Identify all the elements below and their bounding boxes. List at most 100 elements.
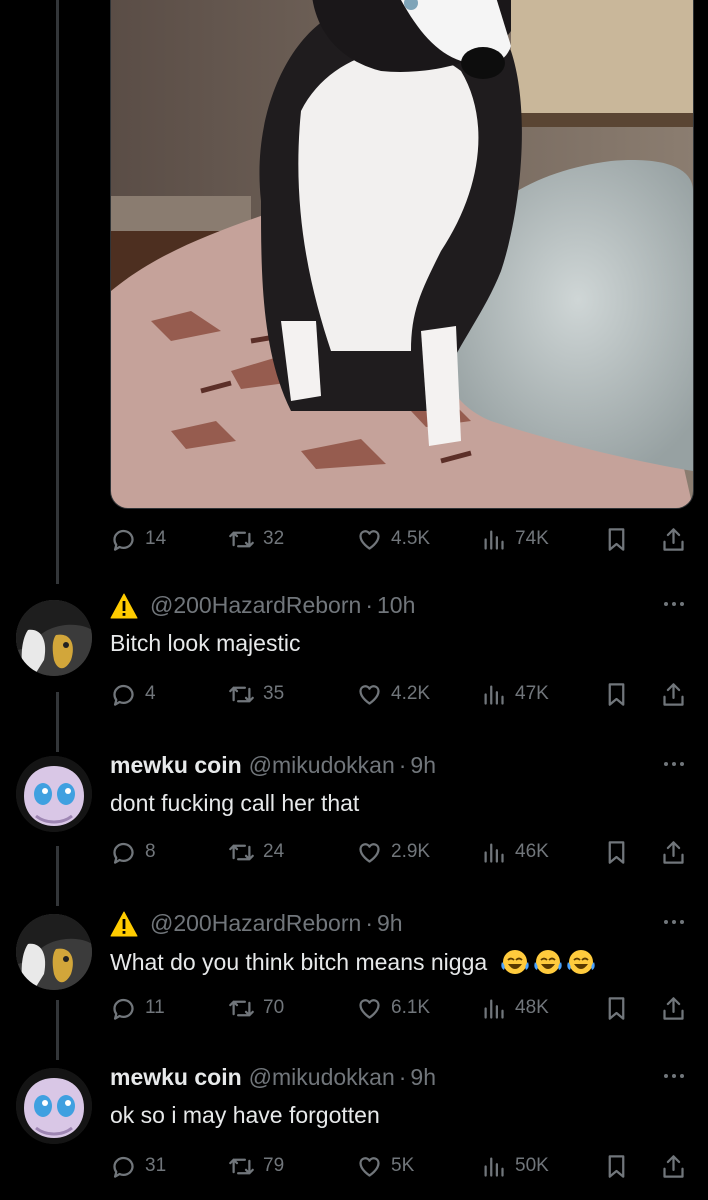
heart-icon <box>359 842 380 863</box>
bookmark-icon <box>608 840 625 864</box>
reply-icon <box>113 1156 134 1178</box>
views-button[interactable]: 48K <box>480 988 549 1028</box>
reply-button[interactable]: 31 <box>110 1146 166 1186</box>
bookmark-button[interactable] <box>603 988 630 1028</box>
like-count: 2.9K <box>391 841 431 862</box>
user-handle[interactable]: @mikudokkan <box>249 752 395 779</box>
tweet-text: dont fucking call her that <box>110 790 360 816</box>
reply-button[interactable]: 11 <box>110 988 165 1028</box>
repost-button[interactable]: 32 <box>228 519 284 559</box>
heart-icon <box>359 998 380 1019</box>
repost-button[interactable]: 24 <box>228 832 284 872</box>
tears-of-joy-emoji <box>501 950 529 974</box>
like-button[interactable]: 6.1K <box>356 988 430 1028</box>
timestamp[interactable]: 9h <box>377 910 403 937</box>
avatar[interactable] <box>16 914 92 990</box>
reply-count: 31 <box>145 1155 167 1176</box>
more-options-icon[interactable] <box>664 920 684 924</box>
user-handle[interactable]: @200HazardReborn <box>150 592 361 619</box>
bookmark-button[interactable] <box>603 1146 630 1186</box>
analytics-icon <box>484 685 504 705</box>
views-button[interactable]: 50K <box>480 1146 549 1186</box>
like-count: 4.5K <box>391 528 431 549</box>
user-handle[interactable]: @mikudokkan <box>249 1064 395 1091</box>
timestamp[interactable]: 10h <box>377 592 415 619</box>
timestamp[interactable]: 9h <box>410 1064 436 1091</box>
repost-icon <box>229 531 254 547</box>
share-button[interactable] <box>660 674 687 714</box>
reply-button[interactable]: 14 <box>110 519 166 559</box>
avatar[interactable] <box>16 1068 92 1144</box>
view-count: 50K <box>515 1155 549 1176</box>
more-options-icon[interactable] <box>664 1074 684 1078</box>
reply-icon <box>113 684 134 706</box>
tweet-header: @200HazardReborn · 9h <box>110 910 403 937</box>
repost-icon <box>229 844 254 860</box>
bookmark-button[interactable] <box>603 832 630 872</box>
share-button[interactable] <box>660 519 687 559</box>
views-button[interactable]: 47K <box>480 674 549 714</box>
tweet-header: mewku coin @mikudokkan · 9h <box>110 752 436 779</box>
separator-dot: · <box>365 592 373 618</box>
repost-icon <box>229 686 254 702</box>
heart-icon <box>359 529 380 550</box>
repost-count: 32 <box>263 528 285 549</box>
timestamp[interactable]: 9h <box>410 752 436 779</box>
tweet-header: mewku coin @mikudokkan · 9h <box>110 1064 436 1091</box>
like-count: 4.2K <box>391 683 431 704</box>
tweet-action-bar: 11 70 6.1K 48K <box>110 988 695 1028</box>
tears-of-joy-emoji <box>567 950 595 974</box>
reply-button[interactable]: 8 <box>110 832 156 872</box>
views-button[interactable]: 74K <box>480 519 549 559</box>
tweet-header: @200HazardReborn · 10h <box>110 592 415 619</box>
view-count: 74K <box>515 528 549 549</box>
share-icon <box>663 840 684 864</box>
thread-line <box>56 0 59 584</box>
more-options-icon[interactable] <box>664 762 684 766</box>
avatar[interactable] <box>16 600 92 676</box>
heart-icon <box>359 1156 380 1177</box>
view-count: 46K <box>515 841 549 862</box>
thread-line <box>56 846 59 906</box>
reply-count: 4 <box>145 683 156 704</box>
share-button[interactable] <box>660 832 687 872</box>
more-options-icon[interactable] <box>664 602 684 606</box>
like-count: 6.1K <box>391 997 431 1018</box>
view-count: 47K <box>515 683 549 704</box>
repost-count: 79 <box>263 1155 285 1176</box>
display-name[interactable]: mewku coin <box>110 1064 242 1091</box>
analytics-icon <box>484 530 504 550</box>
like-button[interactable]: 5K <box>356 1146 414 1186</box>
tweet-text: ok so i may have forgotten <box>110 1102 380 1128</box>
repost-button[interactable]: 70 <box>228 988 284 1028</box>
thread-line <box>56 1000 59 1060</box>
tweet-text: Bitch look majestic <box>110 630 301 656</box>
repost-count: 35 <box>263 683 285 704</box>
like-button[interactable]: 4.2K <box>356 674 430 714</box>
reply-count: 14 <box>145 528 167 549</box>
tweet-action-bar: 8 24 2.9K 46K <box>110 832 695 872</box>
bookmark-icon <box>608 996 625 1020</box>
like-button[interactable]: 2.9K <box>356 832 430 872</box>
separator-dot: · <box>398 752 407 778</box>
reply-count: 8 <box>145 841 156 862</box>
analytics-icon <box>484 1157 504 1177</box>
share-button[interactable] <box>660 1146 687 1186</box>
separator-dot: · <box>365 910 373 936</box>
tears-of-joy-emoji <box>534 950 562 974</box>
reply-button[interactable]: 4 <box>110 674 156 714</box>
repost-button[interactable]: 35 <box>228 674 284 714</box>
views-button[interactable]: 46K <box>480 832 549 872</box>
avatar[interactable] <box>16 756 92 832</box>
share-button[interactable] <box>660 988 687 1028</box>
bookmark-button[interactable] <box>603 519 630 559</box>
repost-button[interactable]: 79 <box>228 1146 284 1186</box>
bookmark-button[interactable] <box>603 674 630 714</box>
analytics-icon <box>484 999 504 1019</box>
post-media-photo[interactable] <box>110 0 694 509</box>
thread-line <box>56 692 59 752</box>
user-handle[interactable]: @200HazardReborn <box>150 910 361 937</box>
like-button[interactable]: 4.5K <box>356 519 430 559</box>
display-name[interactable]: mewku coin <box>110 752 242 779</box>
tweet-action-bar: 4 35 4.2K 47K <box>110 674 695 714</box>
